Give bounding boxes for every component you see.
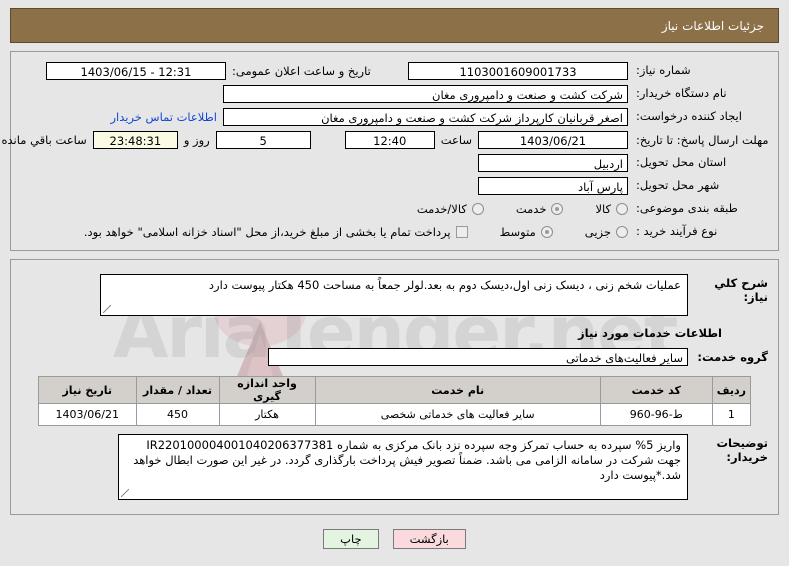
th-quantity: تعداد / مقدار (135, 376, 220, 404)
row-buyer-org: نام دستگاه خریدار: شرکت کشت و صنعت و دام… (15, 83, 774, 104)
radio-khedmat-icon[interactable] (551, 202, 564, 215)
category-option-kala-khedmat[interactable]: کالا/خدمت (417, 202, 484, 216)
remaining-days-input[interactable]: 5 (215, 130, 311, 149)
need-number-input[interactable]: 1103001609001733 (408, 61, 628, 80)
process-option-motevaset-label: متوسط (499, 224, 536, 239)
radio-jozei-icon[interactable] (616, 225, 628, 238)
buyer-notes-textarea[interactable]: واریز 5% سپرده به حساب تمرکز وجه سپرده ن… (118, 434, 688, 500)
label-buyer-notes: توضیحات خریدار: (716, 436, 769, 464)
radio-motevaset-icon[interactable] (540, 225, 553, 238)
row-city: شهر محل تحویل: پارس آباد (15, 175, 774, 196)
action-buttons: بازگشت چاپ (0, 529, 789, 549)
buyer-contact-link[interactable]: اطلاعات تماس خریدار (110, 110, 217, 124)
th-service-code: کد خدمت (599, 376, 713, 404)
service-group-input[interactable]: سایر فعالیت‌های خدماتی (268, 348, 688, 366)
label-deadline-time: ساعت (440, 132, 472, 147)
cell-service-code: ط-96-960 (599, 403, 713, 426)
need-info-panel: شماره نیاز: 1103001609001733 تاریخ و ساع… (2, 51, 779, 251)
cell-radif: 1 (711, 403, 752, 426)
row-province: استان محل تحویل: اردبیل (15, 152, 774, 173)
label-need-number: شماره نیاز: (636, 63, 691, 77)
label-city: شهر محل تحویل: (636, 178, 720, 192)
label-process-type: نوع فرآیند خرید : (636, 224, 718, 238)
label-province: استان محل تحویل: (636, 155, 727, 169)
label-need-description: شرح کلي نیاز: (714, 276, 768, 304)
category-option-kala-khedmat-label: کالا/خدمت (416, 201, 467, 216)
page-title: جزئیات اطلاعات نیاز (10, 8, 779, 43)
cell-unit: هکتار (218, 403, 316, 426)
label-remaining-hours: ساعت باقي مانده (1, 132, 87, 147)
process-option-jozei[interactable]: جزیی (585, 225, 628, 239)
row-service-group: گروه خدمت: سایر فعالیت‌های خدماتی (15, 348, 774, 366)
deadline-date-input[interactable]: 1403/06/21 (478, 130, 628, 149)
th-need-date: تاریخ نیاز (38, 376, 137, 404)
print-button[interactable]: چاپ (323, 529, 379, 549)
announce-datetime-input[interactable]: 1403/06/15 - 12:31 (46, 61, 226, 80)
row-process-type: نوع فرآیند خرید : جزیی متوسط پرداخت تمام… (15, 221, 774, 242)
remaining-countdown: 23:48:31 (92, 130, 178, 149)
cell-service-name: سایر فعالیت های خدماتی شخصی (314, 403, 601, 426)
category-option-khedmat[interactable]: خدمت (516, 202, 564, 216)
row-category: طبقه بندی موضوعی: کالا خدمت کالا/خدمت (15, 198, 774, 219)
cell-need-date: 1403/06/21 (38, 403, 137, 426)
radio-kala-icon[interactable] (616, 202, 628, 215)
category-option-kala[interactable]: کالا (595, 202, 628, 216)
treasury-bond-label: پرداخت تمام یا بخشی از مبلغ خرید،از محل … (83, 224, 451, 239)
buyer-org-input[interactable]: شرکت کشت و صنعت و دامپروری مغان (223, 84, 628, 103)
row-need-number: شماره نیاز: 1103001609001733 تاریخ و ساع… (15, 60, 774, 81)
label-creator: ایجاد کننده درخواست: (636, 109, 742, 123)
service-items-table: ردیف کد خدمت نام خدمت واحد اندازه گیری ت… (38, 376, 752, 426)
process-option-jozei-label: جزیی (584, 224, 611, 239)
th-service-name: نام خدمت (314, 376, 601, 404)
table-row: 1 ط-96-960 سایر فعالیت های خدماتی شخصی ه… (38, 403, 752, 426)
details-panel: شرح کلي نیاز: عملیات شخم زنی ، دیسک زنی … (10, 259, 779, 515)
row-creator: ایجاد کننده درخواست: اصغر قربانیان کارپر… (15, 106, 774, 127)
row-deadline: مهلت ارسال پاسخ: تا تاریخ: 1403/06/21 سا… (2, 129, 774, 150)
label-remaining-days: روز و (183, 132, 210, 147)
cell-quantity: 450 (135, 403, 220, 426)
th-radif: ردیف (711, 376, 752, 404)
category-option-kala-label: کالا (595, 201, 611, 216)
services-section-title: اطلاعات خدمات مورد نیاز (578, 326, 722, 340)
treasury-bond-checkbox-icon[interactable] (455, 225, 468, 238)
label-service-group: گروه خدمت: (697, 350, 768, 364)
radio-kala-khedmat-icon[interactable] (471, 202, 484, 215)
row-need-description: شرح کلي نیاز: عملیات شخم زنی ، دیسک زنی … (15, 274, 774, 316)
province-input[interactable]: اردبیل (478, 153, 628, 172)
table-header-row: ردیف کد خدمت نام خدمت واحد اندازه گیری ت… (38, 376, 752, 404)
need-description-textarea[interactable]: عملیات شخم زنی ، دیسک زنی اول،دیسک دوم ب… (100, 274, 688, 316)
service-items-table-wrap: ردیف کد خدمت نام خدمت واحد اندازه گیری ت… (15, 376, 774, 426)
back-button[interactable]: بازگشت (392, 529, 466, 549)
city-input[interactable]: پارس آباد (478, 176, 628, 195)
treasury-bond-checkbox-group[interactable]: پرداخت تمام یا بخشی از مبلغ خرید،از محل … (84, 225, 468, 239)
th-unit: واحد اندازه گیری (218, 376, 316, 404)
label-buyer-org: نام دستگاه خریدار: (636, 86, 727, 100)
creator-input[interactable]: اصغر قربانیان کارپرداز شرکت کشت و صنعت و… (223, 107, 628, 126)
process-option-motevaset[interactable]: متوسط (500, 225, 553, 239)
label-category: طبقه بندی موضوعی: (636, 201, 738, 215)
category-option-khedmat-label: خدمت (515, 201, 547, 216)
label-announce-datetime: تاریخ و ساعت اعلان عمومی: (232, 63, 371, 78)
label-deadline: مهلت ارسال پاسخ: تا تاریخ: (636, 132, 769, 147)
row-buyer-notes: توضیحات خریدار: واریز 5% سپرده به حساب ت… (15, 434, 774, 500)
deadline-time-input[interactable]: 12:40 (344, 130, 435, 149)
page-root: AriaTender.net جزئیات اطلاعات نیاز شماره… (0, 0, 789, 566)
header: جزئیات اطلاعات نیاز (0, 0, 789, 43)
